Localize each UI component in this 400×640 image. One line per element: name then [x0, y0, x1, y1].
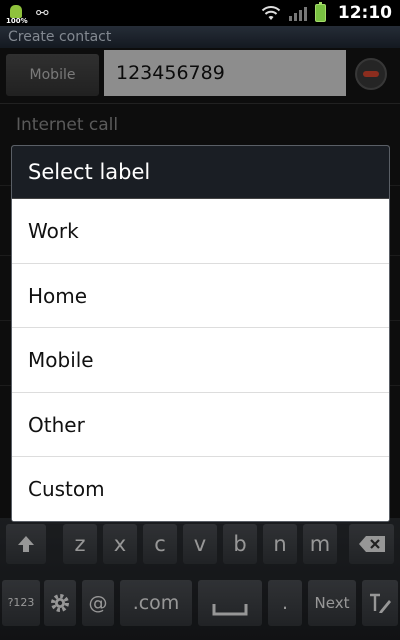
android-icon: 100% — [6, 4, 28, 25]
status-bar: 100% ⚯ 12:10 — [0, 0, 400, 26]
option-mobile[interactable]: Mobile — [12, 328, 389, 393]
option-home[interactable]: Home — [12, 263, 389, 329]
usb-icon: ⚯ — [36, 4, 49, 22]
option-other[interactable]: Other — [12, 392, 389, 458]
signal-icon — [288, 5, 307, 21]
clock: 12:10 — [337, 3, 392, 23]
select-label-dialog: Select label Work Home Mobile Other Cust… — [11, 145, 390, 522]
battery-icon — [314, 2, 326, 22]
dialog-title: Select label — [12, 146, 389, 199]
wifi-icon — [261, 6, 281, 20]
option-custom[interactable]: Custom — [12, 457, 389, 521]
battery-percent-small: 100% — [6, 17, 28, 25]
option-work[interactable]: Work — [12, 199, 389, 264]
label-options-list: Work Home Mobile Other Custom — [12, 199, 389, 521]
